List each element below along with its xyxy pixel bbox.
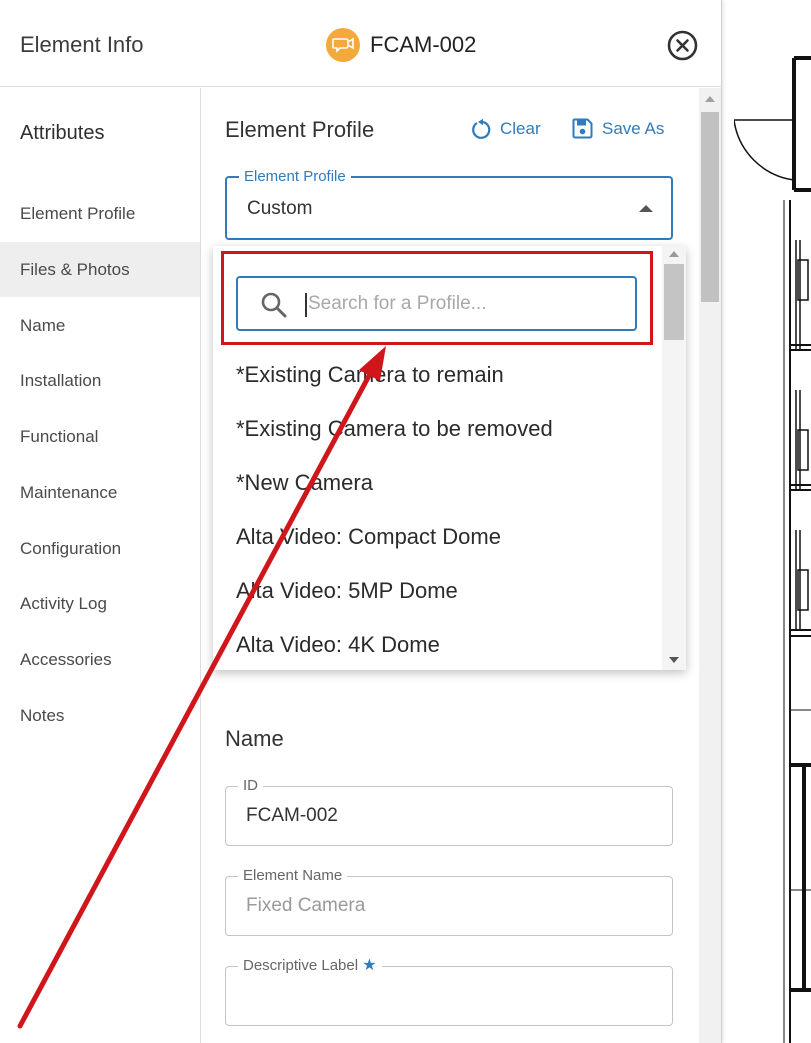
annotation-arrow bbox=[17, 346, 386, 1029]
